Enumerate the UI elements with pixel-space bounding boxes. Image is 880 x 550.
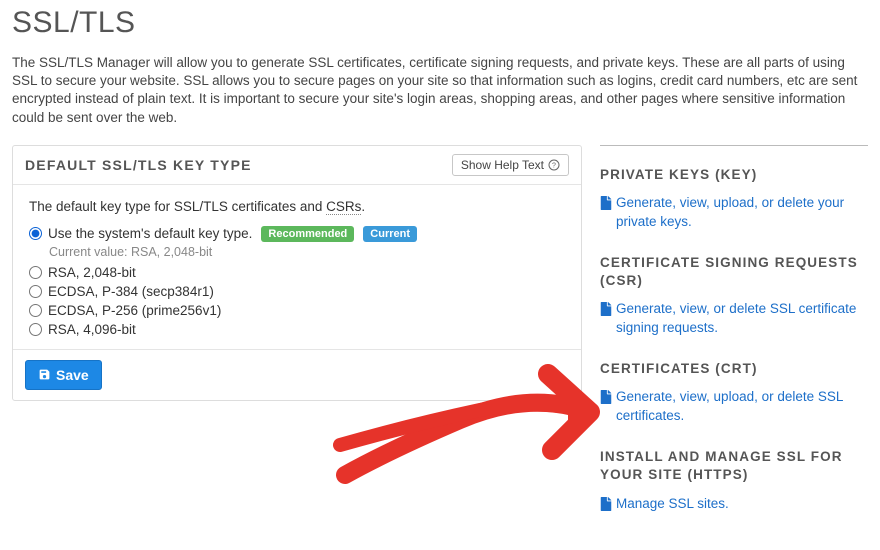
file-icon bbox=[600, 194, 612, 216]
sidebar-section-title: PRIVATE KEYS (KEY) bbox=[600, 166, 868, 184]
sidebar: PRIVATE KEYS (KEY) Generate, view, upload… bbox=[600, 145, 868, 539]
save-icon bbox=[38, 368, 51, 381]
panel-lead: The default key type for SSL/TLS certifi… bbox=[29, 199, 565, 214]
sidebar-link[interactable]: Manage SSL sites. bbox=[600, 495, 868, 517]
key-type-option-label: Use the system's default key type. bbox=[48, 226, 252, 241]
save-label: Save bbox=[56, 367, 89, 383]
sidebar-link[interactable]: Generate, view, upload, or delete your p… bbox=[600, 194, 868, 232]
intro-text: The SSL/TLS Manager will allow you to ge… bbox=[12, 54, 868, 127]
key-type-radio[interactable] bbox=[29, 266, 42, 279]
sidebar-link-text: Manage SSL sites. bbox=[616, 495, 729, 514]
sidebar-link-text: Generate, view, or delete SSL certificat… bbox=[616, 300, 868, 338]
panel-title: DEFAULT SSL/TLS KEY TYPE bbox=[25, 157, 252, 173]
panel-lead-suffix: . bbox=[361, 199, 365, 214]
key-type-option-label: ECDSA, P-256 (prime256v1) bbox=[48, 303, 221, 318]
key-type-option-label: RSA, 2,048-bit bbox=[48, 265, 136, 280]
sidebar-section-title: CERTIFICATES (CRT) bbox=[600, 360, 868, 378]
svg-text:?: ? bbox=[552, 162, 556, 169]
key-type-radio[interactable] bbox=[29, 227, 42, 240]
key-type-panel: DEFAULT SSL/TLS KEY TYPE Show Help Text … bbox=[12, 145, 582, 401]
page-title: SSL/TLS bbox=[12, 6, 868, 40]
show-help-label: Show Help Text bbox=[461, 158, 544, 172]
file-icon bbox=[600, 495, 612, 517]
key-type-options: Use the system's default key type. Recomm… bbox=[29, 224, 565, 339]
sidebar-section-title: INSTALL AND MANAGE SSL FOR YOUR SITE (HT… bbox=[600, 448, 868, 484]
csrs-abbr: CSRs bbox=[326, 199, 361, 215]
file-icon bbox=[600, 388, 612, 410]
key-type-option[interactable]: Use the system's default key type. Recomm… bbox=[29, 224, 565, 244]
sidebar-section-title: CERTIFICATE SIGNING REQUESTS (CSR) bbox=[600, 254, 868, 290]
key-type-option-label: ECDSA, P-384 (secp384r1) bbox=[48, 284, 214, 299]
sidebar-link[interactable]: Generate, view, upload, or delete SSL ce… bbox=[600, 388, 868, 426]
key-type-option[interactable]: ECDSA, P-384 (secp384r1) bbox=[29, 282, 565, 301]
current-value-text: Current value: RSA, 2,048-bit bbox=[49, 245, 565, 259]
sidebar-section: CERTIFICATE SIGNING REQUESTS (CSR) Genera… bbox=[600, 254, 868, 338]
key-type-option[interactable]: RSA, 4,096-bit bbox=[29, 320, 565, 339]
sidebar-section: CERTIFICATES (CRT) Generate, view, upload… bbox=[600, 360, 868, 426]
save-button[interactable]: Save bbox=[25, 360, 102, 390]
key-type-option[interactable]: RSA, 2,048-bit bbox=[29, 263, 565, 282]
key-type-radio[interactable] bbox=[29, 304, 42, 317]
key-type-option-label: RSA, 4,096-bit bbox=[48, 322, 136, 337]
key-type-option[interactable]: ECDSA, P-256 (prime256v1) bbox=[29, 301, 565, 320]
sidebar-section: PRIVATE KEYS (KEY) Generate, view, upload… bbox=[600, 166, 868, 232]
file-icon bbox=[600, 300, 612, 322]
sidebar-link[interactable]: Generate, view, or delete SSL certificat… bbox=[600, 300, 868, 338]
key-type-radio[interactable] bbox=[29, 323, 42, 336]
sidebar-link-text: Generate, view, upload, or delete your p… bbox=[616, 194, 868, 232]
current-badge: Current bbox=[363, 226, 417, 242]
recommended-badge: Recommended bbox=[261, 226, 354, 242]
show-help-button[interactable]: Show Help Text ? bbox=[452, 154, 569, 176]
key-type-radio[interactable] bbox=[29, 285, 42, 298]
panel-lead-prefix: The default key type for SSL/TLS certifi… bbox=[29, 199, 326, 214]
sidebar-section: INSTALL AND MANAGE SSL FOR YOUR SITE (HT… bbox=[600, 448, 868, 516]
sidebar-link-text: Generate, view, upload, or delete SSL ce… bbox=[616, 388, 868, 426]
help-icon: ? bbox=[548, 159, 560, 171]
